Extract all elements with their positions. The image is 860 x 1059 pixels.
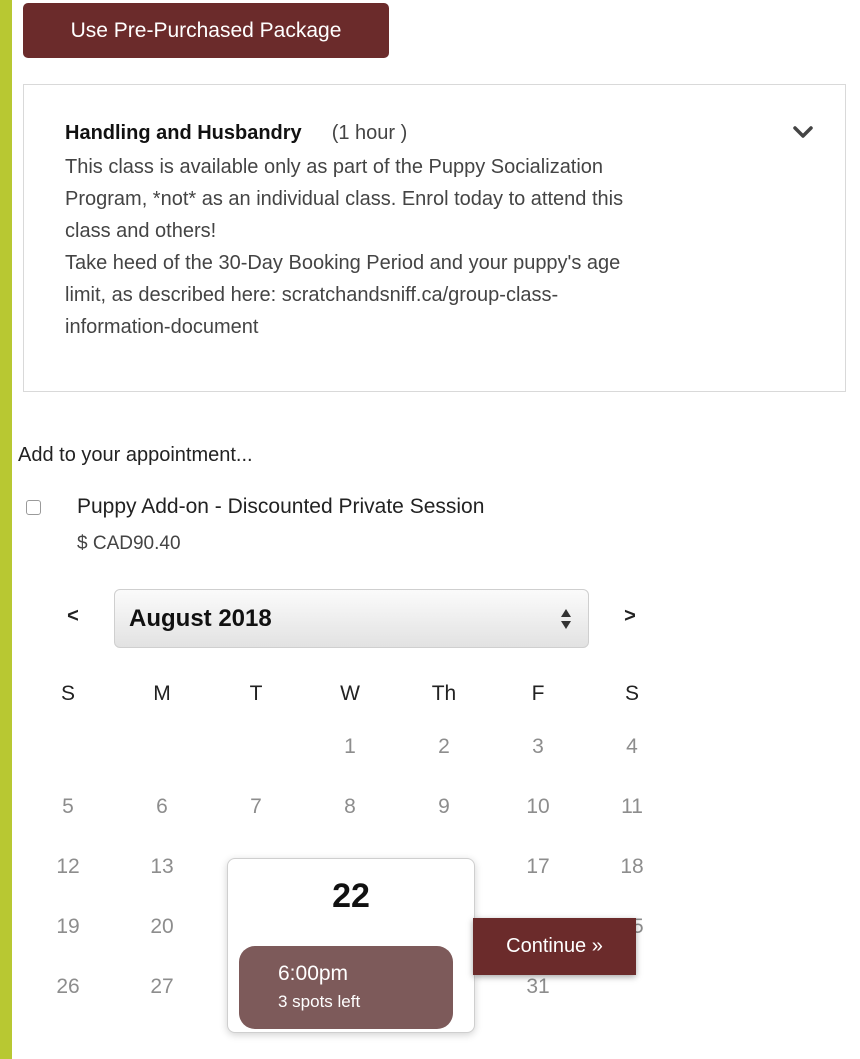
calendar-day[interactable]: 20 xyxy=(115,897,209,957)
class-title-row: Handling and Husbandry (1 hour ) xyxy=(65,119,407,147)
use-package-button[interactable]: Use Pre-Purchased Package xyxy=(23,3,389,58)
class-description-line: class and others! xyxy=(65,220,217,242)
next-month-button[interactable]: > xyxy=(615,601,645,631)
day-popover: 22 6:00pm 3 spots left xyxy=(227,858,475,1033)
month-select[interactable]: August 2018 xyxy=(114,589,589,648)
calendar-day[interactable]: 19 xyxy=(21,897,115,957)
class-description-line: Program, *not* as an individual class. E… xyxy=(65,188,624,210)
calendar-day xyxy=(21,717,115,777)
prev-month-button[interactable]: < xyxy=(58,601,88,631)
calendar-day[interactable]: 10 xyxy=(491,777,585,837)
calendar-day[interactable]: 12 xyxy=(21,837,115,897)
weekday-label: M xyxy=(153,682,171,705)
accent-sidebar-bar xyxy=(0,0,12,1059)
class-description-line: limit, as described here: scratchandsnif… xyxy=(65,284,559,306)
calendar-day xyxy=(115,717,209,777)
calendar-day[interactable]: 2 xyxy=(397,717,491,777)
select-arrows-icon xyxy=(560,608,572,630)
addon-checkbox[interactable] xyxy=(26,500,41,515)
class-info-card: Handling and Husbandry (1 hour ) This cla… xyxy=(23,84,846,392)
weekday-label: S xyxy=(60,682,75,705)
calendar-day[interactable]: 4 xyxy=(585,717,679,777)
calendar-day[interactable]: 6 xyxy=(115,777,209,837)
weekday-label: Th xyxy=(431,682,457,705)
calendar-day[interactable]: 13 xyxy=(115,837,209,897)
weekday-label: T xyxy=(249,682,263,705)
calendar-weekday-header: S M T W Th F S xyxy=(21,670,681,717)
calendar-day xyxy=(209,717,303,777)
addon-name[interactable]: Puppy Add-on - Discounted Private Sessio… xyxy=(77,493,484,521)
calendar-day[interactable]: 11 xyxy=(585,777,679,837)
calendar-day[interactable]: 26 xyxy=(21,957,115,1017)
calendar-day[interactable]: 8 xyxy=(303,777,397,837)
weekday-label: W xyxy=(340,682,360,705)
calendar-week-row: 5 6 7 8 9 10 11 xyxy=(21,777,681,837)
class-description-line: information-document xyxy=(65,316,259,338)
chevron-down-icon[interactable] xyxy=(793,125,813,139)
calendar-day[interactable]: 17 xyxy=(491,837,585,897)
addon-price: $ CAD90.40 xyxy=(77,533,181,554)
continue-button[interactable]: Continue » xyxy=(473,918,636,975)
month-select-value: August 2018 xyxy=(129,605,272,632)
class-duration: (1 hour ) xyxy=(331,122,408,144)
calendar-day[interactable]: 9 xyxy=(397,777,491,837)
calendar-day[interactable]: 3 xyxy=(491,717,585,777)
weekday-label: F xyxy=(531,682,545,705)
weekday-label: S xyxy=(624,682,639,705)
addons-heading: Add to your appointment... xyxy=(18,444,253,466)
calendar-day[interactable]: 27 xyxy=(115,957,209,1017)
calendar-week-row: 1 2 3 4 xyxy=(21,717,681,777)
calendar-day[interactable]: 18 xyxy=(585,837,679,897)
calendar-day[interactable]: 1 xyxy=(303,717,397,777)
class-description: This class is available only as part of … xyxy=(65,151,795,343)
popover-day-number: 22 xyxy=(332,877,370,915)
class-description-line: Take heed of the 30-Day Booking Period a… xyxy=(65,252,621,274)
calendar-day[interactable]: 5 xyxy=(21,777,115,837)
class-title: Handling and Husbandry xyxy=(65,122,302,144)
calendar-day[interactable]: 7 xyxy=(209,777,303,837)
slot-time: 6:00pm xyxy=(278,962,349,985)
time-slot-button[interactable]: 6:00pm 3 spots left xyxy=(239,946,453,1029)
slot-spots-left: 3 spots left xyxy=(278,992,361,1011)
class-description-line: This class is available only as part of … xyxy=(65,156,604,178)
